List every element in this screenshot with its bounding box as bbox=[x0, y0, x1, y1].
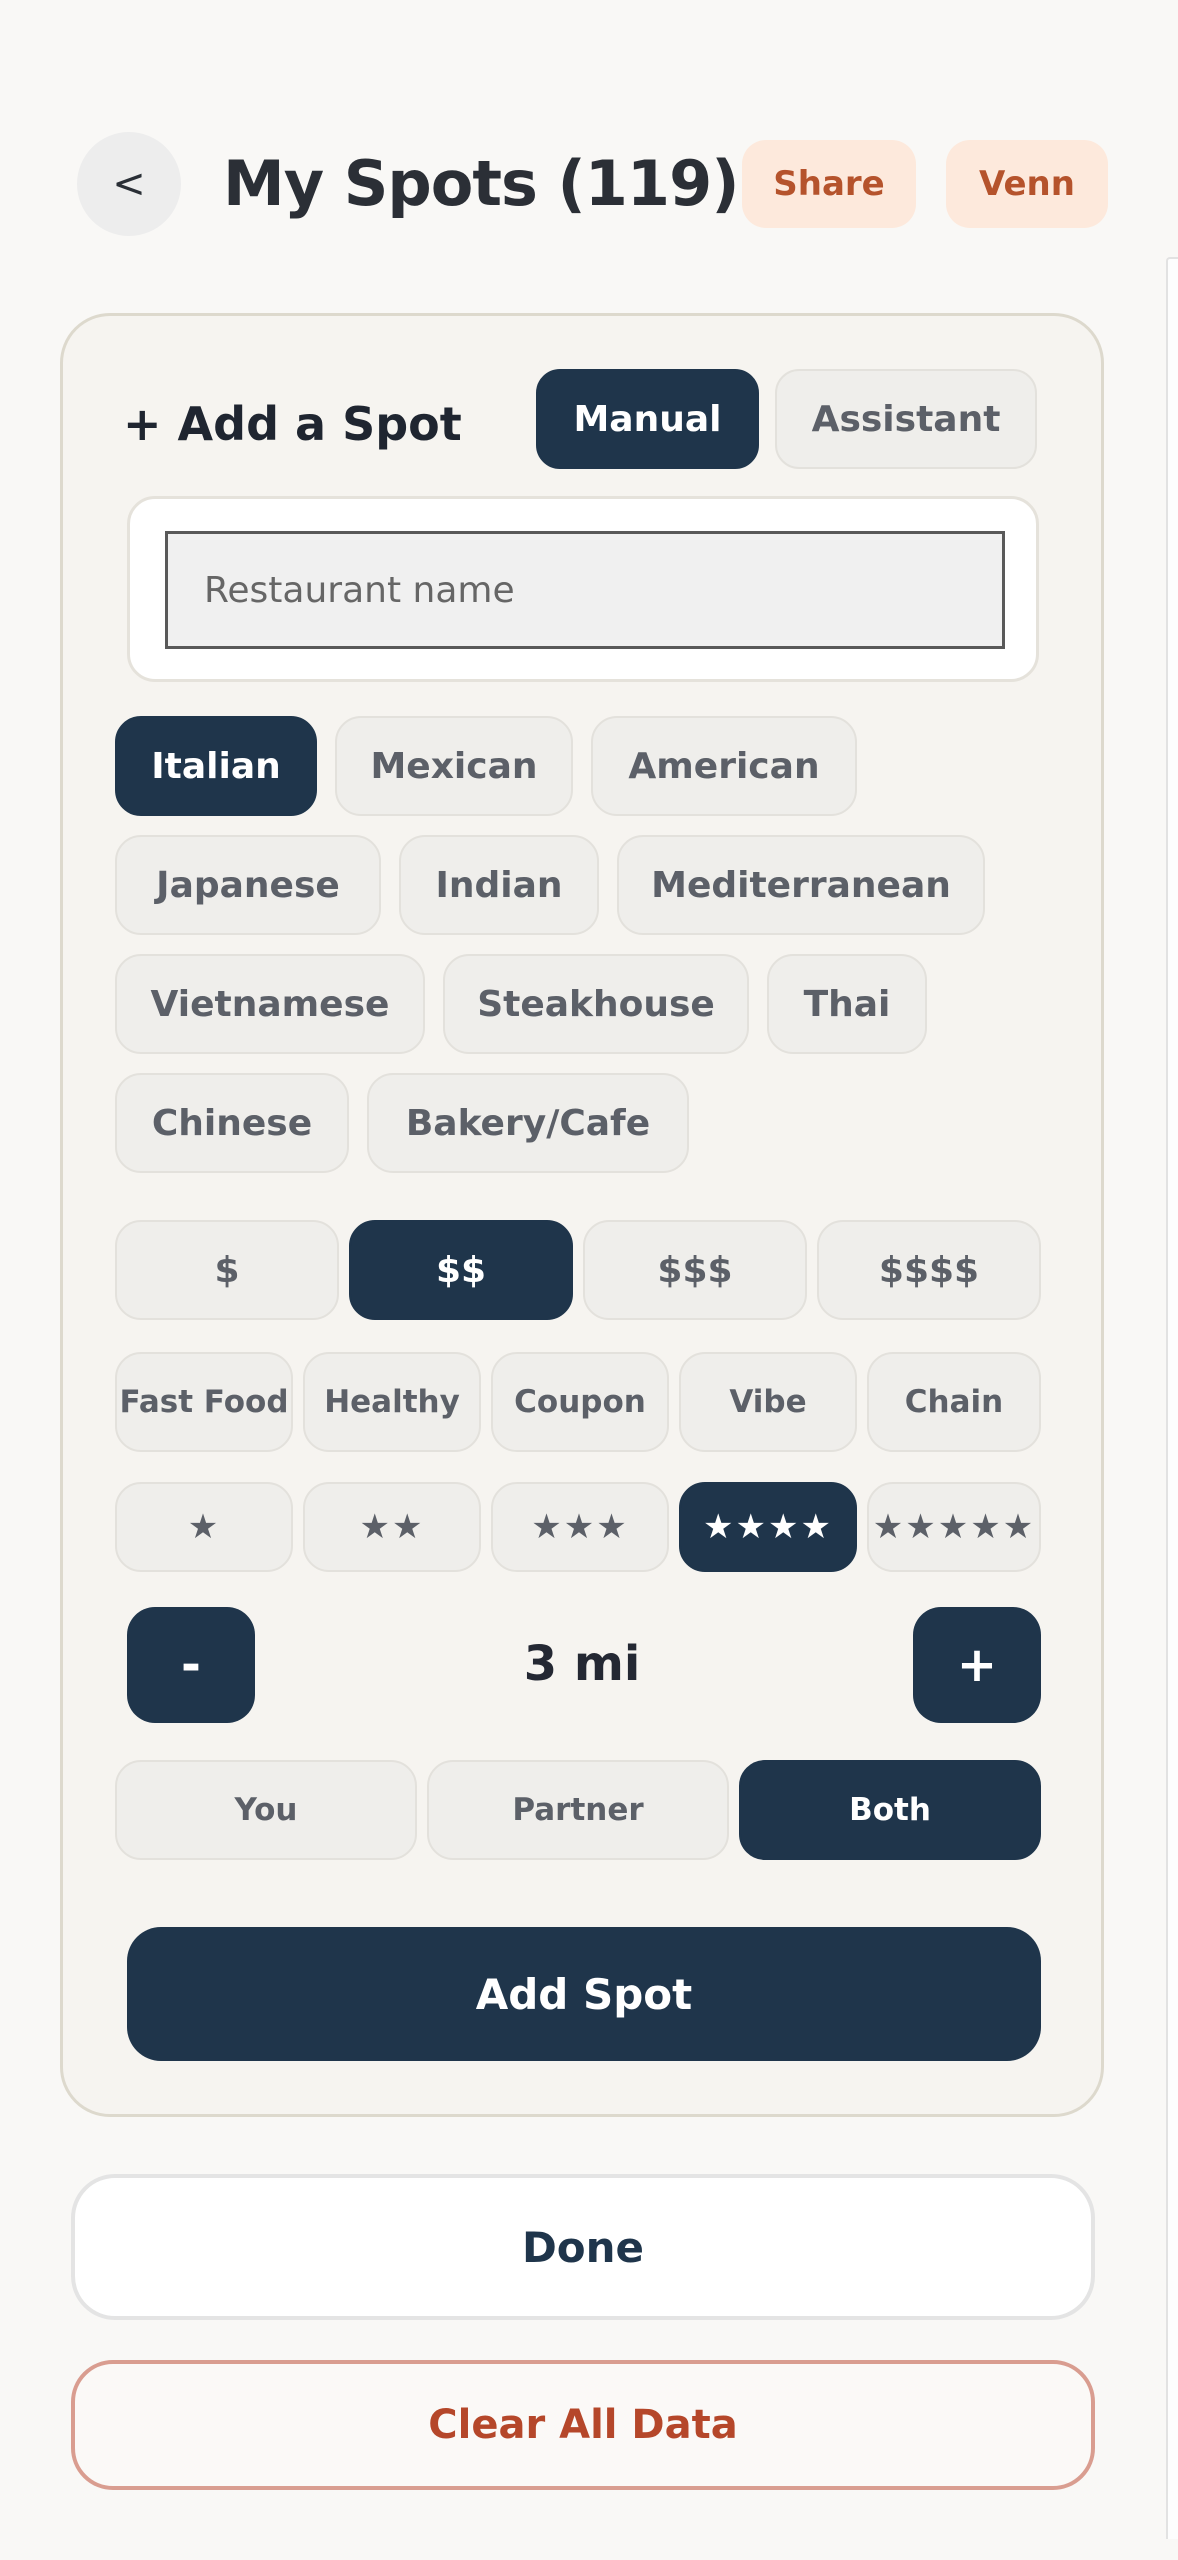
venn-button[interactable]: Venn bbox=[946, 140, 1108, 228]
who-both-button[interactable]: Both bbox=[739, 1760, 1041, 1860]
cuisine-chip-mexican[interactable]: Mexican bbox=[335, 716, 573, 816]
cuisine-chip-japanese[interactable]: Japanese bbox=[115, 835, 381, 935]
who-partner-button[interactable]: Partner bbox=[427, 1760, 729, 1860]
cuisine-chip-chinese[interactable]: Chinese bbox=[115, 1073, 349, 1173]
distance-increment-button[interactable]: + bbox=[913, 1607, 1041, 1723]
rating-chip-5-stars[interactable]: ★★★★★ bbox=[867, 1482, 1041, 1572]
mode-manual-button[interactable]: Manual bbox=[536, 369, 759, 469]
cuisine-chip-italian[interactable]: Italian bbox=[115, 716, 317, 816]
restaurant-name-input[interactable] bbox=[165, 531, 1005, 649]
cuisine-chip-american[interactable]: American bbox=[591, 716, 857, 816]
tag-chip-fast-food[interactable]: Fast Food bbox=[115, 1352, 293, 1452]
tag-chip-vibe[interactable]: Vibe bbox=[679, 1352, 857, 1452]
cuisine-chip-vietnamese[interactable]: Vietnamese bbox=[115, 954, 425, 1054]
clear-all-data-button[interactable]: Clear All Data bbox=[71, 2360, 1095, 2490]
price-chip-4[interactable]: $$$$ bbox=[817, 1220, 1041, 1320]
add-spot-title: + Add a Spot bbox=[123, 397, 462, 451]
price-chip-1[interactable]: $ bbox=[115, 1220, 339, 1320]
who-you-button[interactable]: You bbox=[115, 1760, 417, 1860]
rating-chip-1-star[interactable]: ★ bbox=[115, 1482, 293, 1572]
tag-chip-healthy[interactable]: Healthy bbox=[303, 1352, 481, 1452]
add-spot-button[interactable]: Add Spot bbox=[127, 1927, 1041, 2061]
tag-chip-chain[interactable]: Chain bbox=[867, 1352, 1041, 1452]
share-button[interactable]: Share bbox=[742, 140, 916, 228]
header: < My Spots (119) Share Venn bbox=[0, 0, 1178, 300]
scrollbar[interactable] bbox=[1166, 257, 1178, 2539]
price-chip-2[interactable]: $$ bbox=[349, 1220, 573, 1320]
back-button[interactable]: < bbox=[77, 132, 181, 236]
cuisine-chip-bakery-cafe[interactable]: Bakery/Cafe bbox=[367, 1073, 689, 1173]
name-input-container bbox=[127, 496, 1039, 682]
price-chip-3[interactable]: $$$ bbox=[583, 1220, 807, 1320]
mode-assistant-button[interactable]: Assistant bbox=[775, 369, 1037, 469]
rating-chip-2-stars[interactable]: ★★ bbox=[303, 1482, 481, 1572]
tag-chip-coupon[interactable]: Coupon bbox=[491, 1352, 669, 1452]
cuisine-chip-steakhouse[interactable]: Steakhouse bbox=[443, 954, 749, 1054]
done-button[interactable]: Done bbox=[71, 2174, 1095, 2320]
cuisine-chip-mediterranean[interactable]: Mediterranean bbox=[617, 835, 985, 935]
add-spot-card: + Add a Spot Manual Assistant Italian Me… bbox=[60, 313, 1104, 2117]
page-title: My Spots (119) bbox=[223, 147, 740, 220]
cuisine-chip-indian[interactable]: Indian bbox=[399, 835, 599, 935]
rating-chip-3-stars[interactable]: ★★★ bbox=[491, 1482, 669, 1572]
cuisine-chip-thai[interactable]: Thai bbox=[767, 954, 927, 1054]
rating-chip-4-stars[interactable]: ★★★★ bbox=[679, 1482, 857, 1572]
